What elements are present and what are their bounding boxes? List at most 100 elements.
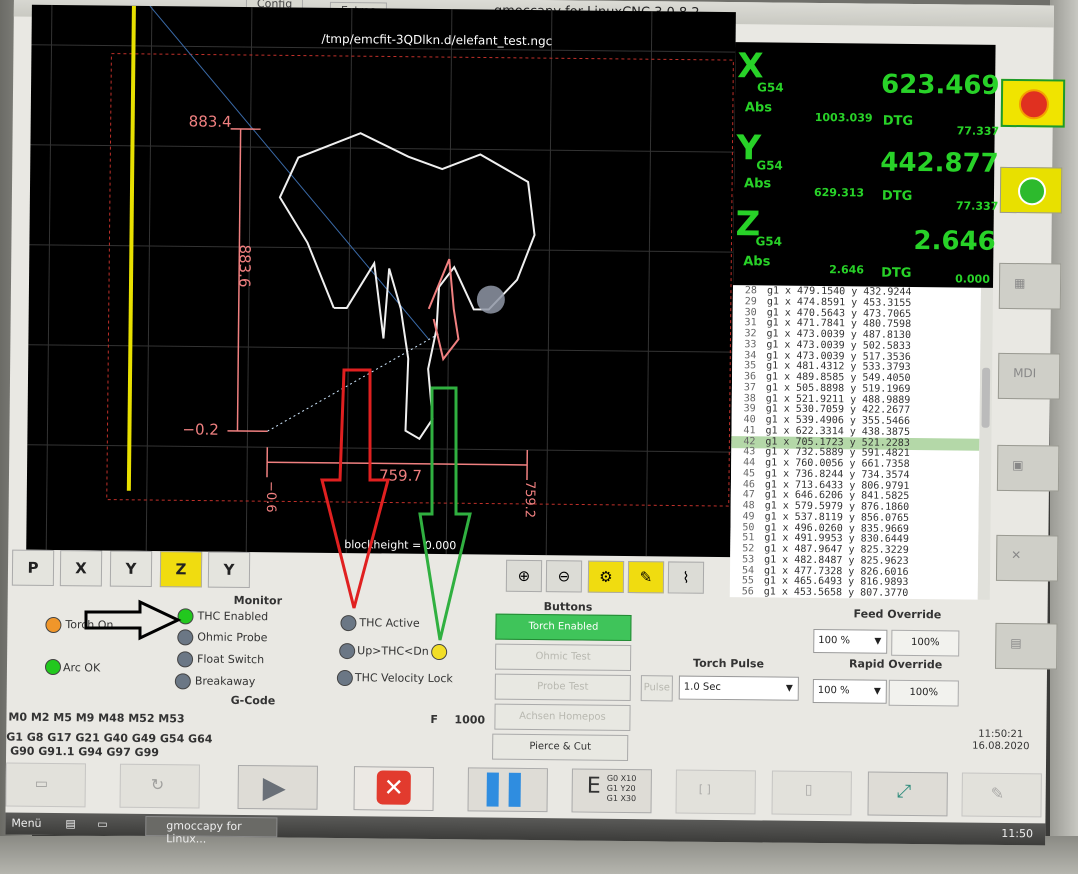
rapid-override-select[interactable]: 100 % ▼ <box>812 678 887 704</box>
zoom-out-icon: ⊖ <box>557 567 571 586</box>
monitor-icon: ▤ <box>1010 636 1022 651</box>
thc-enabled-label: THC Enabled <box>197 609 269 624</box>
run-program-button[interactable]: ▶ <box>237 764 318 810</box>
edit-e-icon: E <box>586 773 601 799</box>
settings-button[interactable]: ✕ <box>995 534 1059 582</box>
folder-icon: ▭ <box>34 775 49 792</box>
file-manager-icon[interactable]: ▤ <box>65 817 76 830</box>
torch-pulse-select[interactable]: 1.0 Sec ▼ <box>678 675 799 701</box>
stop-program-button[interactable]: ✕ <box>353 766 434 811</box>
edit-gcode-line-2: G1 Y20 <box>606 783 636 794</box>
gcode-view[interactable]: 28 g1 x 479.1540 y 432.9244 29 g1 x 474.859… <box>729 285 982 600</box>
torch-on-label: Torch On <box>65 618 114 632</box>
tools-icon: ✕ <box>1011 548 1022 563</box>
z-abs-value: 2.646 <box>829 263 865 277</box>
show-dimensions-button[interactable]: ⚙ <box>587 560 625 593</box>
estop-button[interactable] <box>1000 78 1066 128</box>
exit-button[interactable]: ✎ <box>961 772 1042 818</box>
float-switch-label: Float Switch <box>197 652 265 667</box>
zoom-in-button[interactable]: ⊕ <box>505 559 543 593</box>
dim-x-right-label: 759.2 <box>521 480 538 519</box>
feed-label: F <box>430 712 439 727</box>
view-z-button[interactable]: Z <box>159 551 203 588</box>
feed-override-select[interactable]: 100 % ▼ <box>813 628 888 654</box>
manual-mode-button[interactable]: ▦ <box>998 262 1062 310</box>
feed-override-title: Feed Override <box>853 607 942 622</box>
y-dtg-value: 77.337 <box>955 199 999 213</box>
view-y-button[interactable]: Y <box>109 550 153 588</box>
edit-gcode-line-1: G0 X10 <box>606 773 637 784</box>
clock-date: 16.08.2020 <box>972 740 1030 753</box>
dim-bottom-label: −0.2 <box>182 420 220 439</box>
monitor-bezel-right <box>1050 0 1078 874</box>
computer-icon: ▣ <box>1012 458 1024 473</box>
screen: Config Extras gmoccapy for LinuxCNC 3.0.… <box>5 0 1066 846</box>
fullscreen-button[interactable]: ⤢ <box>867 771 948 817</box>
reload-button[interactable]: ↻ <box>119 763 200 809</box>
gcode-state-title: G-Code <box>230 693 276 708</box>
run-from-line-icon: [ ] <box>698 782 711 796</box>
taskbar-app-gmoccapy[interactable]: gmoccapy for Linux... <box>145 815 278 846</box>
view-y2-button[interactable]: Y <box>207 551 251 589</box>
scrollbar-thumb[interactable] <box>981 367 991 428</box>
broom-icon: ⌇ <box>682 568 690 587</box>
step-icon: ▯ <box>804 781 813 798</box>
pulse-button[interactable]: Pulse <box>640 675 673 702</box>
x-abs-value: 1003.039 <box>814 110 873 125</box>
rapid-override-value: 100 % <box>817 685 850 697</box>
y-position: 442.877 <box>880 147 999 179</box>
zoom-out-button[interactable]: ⊖ <box>545 560 583 593</box>
torch-enabled-button[interactable]: Torch Enabled <box>495 613 632 642</box>
step-button[interactable]: ▯ <box>771 770 852 816</box>
thc-active-led <box>340 615 357 632</box>
feed-override-reset[interactable]: 100% <box>891 629 960 657</box>
pierce-cut-button[interactable]: Pierce & Cut <box>492 733 629 762</box>
toolpath-preview[interactable]: 883.4 883.6 −0.2 759.7 −0.6 759.2 /tmp/e… <box>26 4 736 558</box>
x-dtg-label: DTG <box>882 113 914 129</box>
pause-program-button[interactable] <box>467 767 548 813</box>
ohmic-probe-label: Ohmic Probe <box>197 630 268 645</box>
gcode-scrollbar[interactable] <box>977 287 994 600</box>
auto-mode-button[interactable]: ▣ <box>996 444 1060 492</box>
run-from-line-button[interactable]: [ ] <box>675 769 756 815</box>
z-abs-label: Abs <box>743 254 771 270</box>
z-position: 2.646 <box>913 225 996 257</box>
machine-power-button[interactable] <box>999 166 1063 214</box>
dim-top-label: 883.4 <box>188 112 232 131</box>
active-m-codes: M0 M2 M5 M9 M48 M52 M53 <box>8 710 185 726</box>
thc-velocity-lock-label: THC Velocity Lock <box>354 671 453 686</box>
folder-taskbar-icon[interactable]: ▭ <box>97 817 108 830</box>
x-coord-system: G54 <box>757 80 784 95</box>
ohmic-test-button[interactable]: Ohmic Test <box>494 643 632 672</box>
chevron-down-icon: ▼ <box>873 686 881 697</box>
mdi-mode-button[interactable]: MDI <box>997 352 1061 400</box>
arc-ok-led <box>44 658 62 676</box>
open-file-button[interactable]: ▭ <box>5 762 86 808</box>
y-coord-system: G54 <box>756 158 783 173</box>
dro-panel: X G54 Abs 623.469 1003.039 DTG 77.337 Y … <box>733 42 1000 290</box>
torch-pulse-title: Torch Pulse <box>692 656 765 671</box>
probe-test-button[interactable]: Probe Test <box>494 673 631 702</box>
dimensions-icon: ⚙ <box>599 567 613 586</box>
active-g-codes-2: G90 G91.1 G94 G97 G99 <box>10 744 160 760</box>
view-perspective-button[interactable]: P <box>11 549 55 587</box>
breakaway-led <box>174 673 191 690</box>
edit-button[interactable]: ✎ <box>627 561 665 594</box>
taskbar-clock: 11:50 <box>1001 826 1034 841</box>
dim-height-label: 883.6 <box>235 244 254 288</box>
file-path: /tmp/emcfit-3QDlkn.d/elefant_test.ngc <box>321 31 553 49</box>
start-menu-button[interactable]: Menü <box>11 817 41 830</box>
gcode-line[interactable]: 56 g1 x 453.5658 y 807.3770 <box>730 586 978 600</box>
feed-override-value: 100 % <box>818 635 851 647</box>
chevron-down-icon: ▼ <box>785 683 793 694</box>
y-dtg-label: DTG <box>881 188 913 204</box>
user-tab-button[interactable]: ▤ <box>995 622 1058 670</box>
rapid-override-reset[interactable]: 100% <box>888 679 959 707</box>
clear-plot-button[interactable]: ⌇ <box>667 561 705 594</box>
view-x-button[interactable]: X <box>59 550 103 587</box>
clock-time: 11:50:21 <box>978 728 1024 741</box>
pause-icon-bar <box>508 772 521 807</box>
home-axes-button[interactable]: Achsen Homepos anfahren <box>494 703 631 747</box>
thc-up-dn-label: Up>THC<Dn <box>357 644 429 658</box>
edit-program-button[interactable]: E G0 X10 G1 Y20 G1 X30 <box>571 768 652 814</box>
